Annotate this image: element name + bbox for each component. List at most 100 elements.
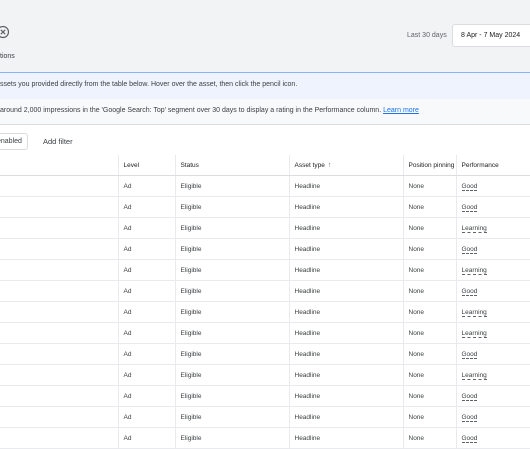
status-cell: Eligible [174,364,289,386]
learn-more-link[interactable]: Learn more [383,107,419,114]
asset-type-cell: Headline [288,280,403,302]
column-header-position-pinning[interactable]: Position pinning [402,155,456,176]
impressions-notice-text: around 2,000 impressions in the 'Google … [0,107,382,114]
performance-rating[interactable]: Learning [461,371,487,380]
performance-rating[interactable]: Learning [461,329,487,338]
performance-rating[interactable]: Good [461,287,478,296]
pinning-cell: None [402,385,456,407]
asset-cell[interactable] [0,301,118,323]
asset-type-cell: Headline [288,175,403,197]
impressions-notice: around 2,000 impressions in the 'Google … [0,107,419,114]
performance-rating[interactable]: Good [461,203,478,212]
status-filter-chip[interactable]: enabled [0,133,28,150]
asset-cell[interactable] [0,196,118,218]
asset-type-cell: Headline [288,427,403,449]
table-row[interactable]: Ad Eligible Headline None Learning [0,259,530,281]
table-header-row: Level Status Asset type ↑ Position pinnin… [0,155,530,176]
date-range-label: Last 30 days [407,32,447,39]
asset-type-cell: Headline [288,385,403,407]
asset-type-cell: Headline [288,406,403,428]
pinning-cell: None [402,427,456,449]
pinning-cell: None [402,196,456,218]
table-row[interactable]: Ad Eligible Headline None Good [0,343,530,365]
close-circle-icon[interactable] [0,25,10,39]
performance-cell: Good [455,238,530,260]
asset-type-cell: Headline [288,196,403,218]
add-filter-button[interactable]: Add filter [43,137,73,146]
performance-rating[interactable]: Good [461,434,478,443]
table-row[interactable]: Ad Eligible Headline None Learning [0,322,530,344]
performance-rating[interactable]: Learning [461,266,487,275]
table-row[interactable]: Ad Eligible Headline None Good [0,406,530,428]
status-cell: Eligible [174,406,289,428]
level-cell: Ad [117,364,175,386]
table-row[interactable]: Ad Eligible Headline None Learning [0,364,530,386]
table-row[interactable]: Ad Eligible Headline None Good [0,427,530,449]
status-cell: Eligible [174,322,289,344]
asset-cell[interactable] [0,406,118,428]
table-row[interactable]: Ad Eligible Headline None Learning [0,217,530,239]
table-row[interactable]: Ad Eligible Headline None Good [0,280,530,302]
asset-type-cell: Headline [288,343,403,365]
asset-cell[interactable] [0,322,118,344]
column-header-asset-type[interactable]: Asset type ↑ [288,155,403,176]
pinning-cell: None [402,280,456,302]
performance-rating[interactable]: Good [461,350,478,359]
performance-cell: Learning [455,364,530,386]
asset-cell[interactable] [0,280,118,302]
column-header-status[interactable]: Status [174,155,289,176]
asset-cell[interactable] [0,427,118,449]
pinning-cell: None [402,322,456,344]
performance-cell: Learning [455,322,530,344]
column-header-asset-type-label: Asset type [294,161,325,169]
asset-cell[interactable] [0,238,118,260]
asset-type-cell: Headline [288,259,403,281]
date-range-button[interactable]: 8 Apr - 7 May 2024 [452,24,530,47]
level-cell: Ad [117,406,175,428]
page-header: tions Last 30 days 8 Apr - 7 May 2024 [0,0,530,73]
level-cell: Ad [117,301,175,323]
table-row[interactable]: Ad Eligible Headline None Good [0,196,530,218]
asset-type-cell: Headline [288,364,403,386]
table-row[interactable]: Ad Eligible Headline None Good [0,238,530,260]
asset-cell[interactable] [0,175,118,197]
performance-rating[interactable]: Learning [461,308,487,317]
pinning-cell: None [402,217,456,239]
performance-cell: Good [455,343,530,365]
performance-rating[interactable]: Good [461,245,478,254]
performance-rating[interactable]: Learning [461,224,487,233]
status-cell: Eligible [174,238,289,260]
status-cell: Eligible [174,217,289,239]
assets-table: Level Status Asset type ↑ Position pinnin… [0,155,530,449]
performance-rating[interactable]: Good [461,182,478,191]
column-header-performance[interactable]: Performance [455,155,530,176]
level-cell: Ad [117,238,175,260]
performance-cell: Learning [455,259,530,281]
performance-rating[interactable]: Good [461,413,478,422]
table-row[interactable]: Ad Eligible Headline None Good [0,175,530,197]
level-cell: Ad [117,427,175,449]
table-row[interactable]: Ad Eligible Headline None Good [0,385,530,407]
arrow-up-icon[interactable]: ↑ [328,162,332,169]
asset-type-cell: Headline [288,301,403,323]
performance-cell: Good [455,175,530,197]
table-row[interactable]: Ad Eligible Headline None Learning [0,301,530,323]
level-cell: Ad [117,385,175,407]
column-header-level[interactable]: Level [117,155,175,176]
asset-cell[interactable] [0,385,118,407]
asset-cell[interactable] [0,259,118,281]
status-cell: Eligible [174,280,289,302]
instruction-banner: ssets you provided directly from the tab… [0,72,530,100]
level-cell: Ad [117,259,175,281]
pinning-cell: None [402,301,456,323]
asset-cell[interactable] [0,217,118,239]
asset-cell[interactable] [0,364,118,386]
performance-cell: Good [455,406,530,428]
asset-cell[interactable] [0,343,118,365]
performance-cell: Learning [455,301,530,323]
performance-rating[interactable]: Good [461,392,478,401]
pinning-cell: None [402,364,456,386]
level-cell: Ad [117,343,175,365]
instruction-text: ssets you provided directly from the tab… [0,81,298,88]
performance-cell: Good [455,427,530,449]
